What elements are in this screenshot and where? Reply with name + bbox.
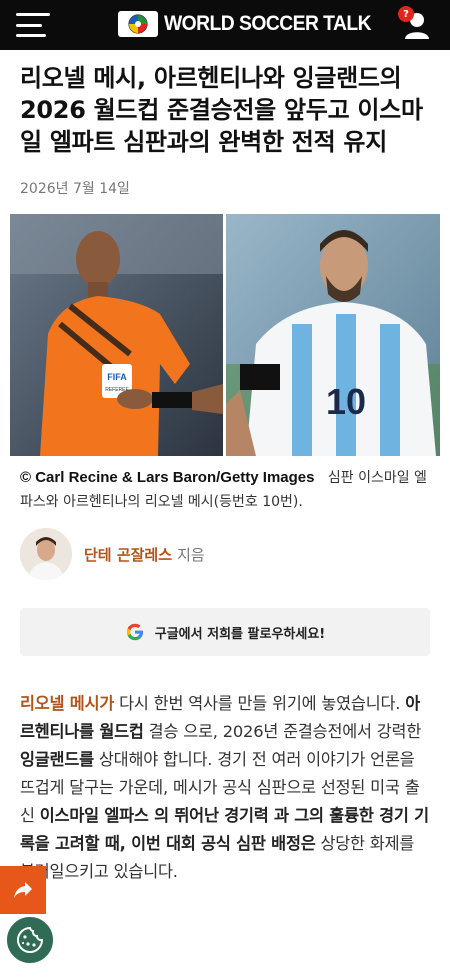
google-follow-label: 구글에서 저희를 팔로우하세요!: [154, 626, 326, 642]
photo-caption: © Carl Recine & Lars Baron/Getty Images …: [0, 456, 450, 514]
author-avatar[interactable]: [20, 528, 72, 580]
body-text-a: 다시 한번 역사를 만들 위기에 놓였습니다.: [114, 694, 406, 713]
google-follow-button[interactable]: 구글에서 저희를 팔로우하세요!: [20, 608, 430, 656]
article-photo: FIFA REFEREE 10: [10, 214, 440, 456]
google-icon: [126, 623, 143, 641]
author-byline: 단테 곤잘레스 지음: [0, 514, 450, 580]
photo-credit: © Carl Recine & Lars Baron/Getty Images: [20, 469, 315, 486]
fifa-badge-text: FIFA: [107, 372, 127, 382]
notification-badge: ?: [398, 6, 414, 22]
top-navigation-bar: WORLD SOCCER TALK ?: [0, 0, 450, 50]
logo-text: WORLD SOCCER TALK: [164, 12, 372, 35]
article-headline: 리오넬 메시, 아르헨티나와 잉글랜드의 2026 월드컵 준결승전을 앞두고 …: [20, 64, 423, 156]
site-logo[interactable]: WORLD SOCCER TALK: [118, 11, 389, 37]
cookie-settings-button[interactable]: [4, 914, 56, 966]
body-bold-2: 잉글랜드를: [20, 750, 94, 769]
author-name-link[interactable]: 단테 곤잘레스: [84, 546, 172, 564]
body-text-c: 결승 으로, 2026년 준결승전에서 강력한: [143, 722, 422, 741]
share-button[interactable]: [0, 866, 46, 914]
article-body-paragraph: 리오넬 메시가 다시 한번 역사를 만들 위기에 놓였습니다. 아르헨티나를 월…: [0, 656, 450, 886]
menu-icon[interactable]: [16, 13, 50, 37]
account-button[interactable]: ?: [398, 6, 434, 42]
article-date: 2026년 7월 14일: [20, 181, 130, 197]
messi-photo: 10: [226, 214, 440, 456]
jersey-number: 10: [326, 381, 366, 422]
author-suffix: 지음: [177, 545, 205, 564]
share-icon: [14, 882, 32, 898]
cookie-icon: [17, 926, 44, 953]
logo-ball-icon: [118, 11, 158, 37]
referee-photo: FIFA REFEREE: [10, 214, 223, 456]
messi-link[interactable]: 리오넬 메시가: [20, 694, 114, 713]
